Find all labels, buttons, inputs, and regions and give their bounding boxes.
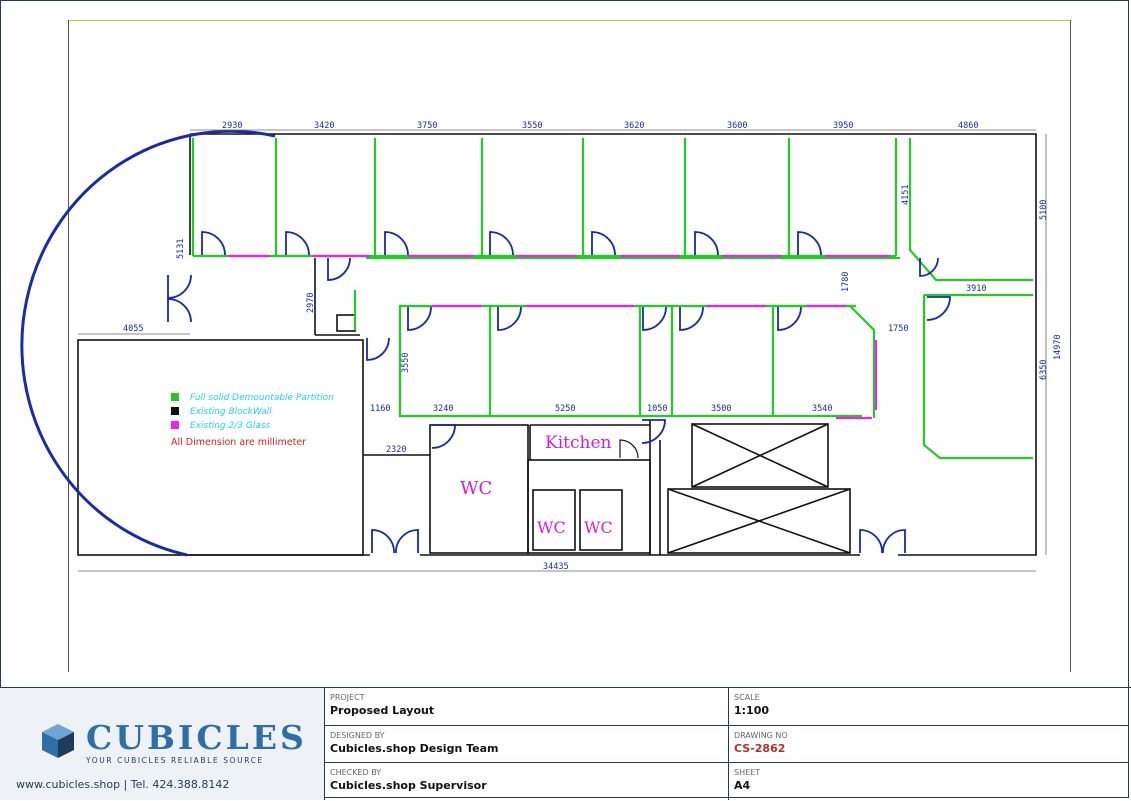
room-labels: Kitchen WC WC WC — [460, 433, 613, 537]
brand-tagline: YOUR CUBICLES RELIABLE SOURCE — [86, 756, 264, 765]
project-value: Proposed Layout — [330, 704, 435, 717]
dim-wc-width: 2320 — [386, 445, 406, 455]
dim-lower-5: 3540 — [812, 404, 832, 414]
dimension-labels: 2930 3420 3750 3550 3620 3600 3950 4860 … — [123, 121, 1063, 572]
brand-name: CUBICLES — [86, 718, 307, 757]
checked-label: CHECKED BY — [330, 768, 382, 777]
sheet-label: SHEET — [734, 768, 761, 777]
logo-panel: CUBICLES YOUR CUBICLES RELIABLE SOURCE w… — [0, 688, 325, 800]
dim-top-6: 3600 — [727, 121, 747, 131]
wc-small-2-label: WC — [584, 518, 613, 537]
dim-room-h: 3550 — [401, 353, 411, 373]
dim-right-v2: 4151 — [901, 185, 911, 205]
dim-top-2: 3420 — [314, 121, 334, 131]
legend-label-glass: Existing 2/3 Glass — [190, 421, 271, 431]
floor-plan: 2930 3420 3750 3550 3620 3600 3950 4860 … — [20, 121, 1063, 572]
legend-swatch-glass — [171, 421, 179, 429]
dim-top-3: 3750 — [417, 121, 437, 131]
dim-top-4: 3550 — [522, 121, 542, 131]
dim-corridor-v: 2970 — [306, 293, 316, 313]
designed-cell: DESIGNED BY Cubicles.shop Design Team — [325, 726, 728, 763]
legend-label-partition: Full solid Demountable Partition — [190, 393, 334, 403]
sheet-value: A4 — [734, 779, 751, 792]
dim-small-gap: 1160 — [370, 404, 390, 414]
dim-corr-v2: 1780 — [841, 272, 851, 292]
dim-left-width: 4055 — [123, 324, 143, 334]
dim-right-top: 5100 — [1039, 200, 1049, 220]
project-label: PROJECT — [330, 693, 365, 702]
legend-swatch-partition — [171, 393, 179, 401]
project-cell: PROJECT Proposed Layout — [325, 688, 728, 726]
cube-logo-icon — [42, 724, 74, 758]
dim-lower-3: 1050 — [647, 404, 667, 414]
drawing-no-value: CS-2862 — [734, 742, 786, 755]
checked-value: Cubicles.shop Supervisor — [330, 779, 487, 792]
dim-left-v: 5131 — [176, 239, 186, 259]
checked-cell: CHECKED BY Cubicles.shop Supervisor — [325, 763, 728, 800]
dim-lower-1: 3240 — [433, 404, 453, 414]
dim-right-mid: 6350 — [1039, 360, 1049, 380]
dim-top-5: 3620 — [624, 121, 644, 131]
drawing-no-cell: DRAWING NO CS-2862 — [729, 726, 1129, 763]
wc-small-1-label: WC — [537, 518, 566, 537]
dim-right-total: 14970 — [1053, 334, 1063, 360]
scale-value: 1:100 — [734, 704, 770, 717]
dimension-note: All Dimension are millimeter — [171, 437, 306, 448]
drawing-no-label: DRAWING NO — [734, 731, 788, 740]
scale-label: SCALE — [734, 693, 760, 702]
dim-overall: 34435 — [543, 562, 569, 572]
dim-top-7: 3950 — [833, 121, 853, 131]
legend-label-blockwall: Existing BlockWall — [190, 407, 272, 417]
designed-label: DESIGNED BY — [330, 731, 385, 740]
dim-east-door: 1750 — [888, 324, 908, 334]
scale-cell: SCALE 1:100 — [729, 688, 1129, 726]
curved-glass-wall — [20, 129, 276, 557]
dim-top-8: 4860 — [958, 121, 978, 131]
dim-east-room: 3910 — [966, 284, 986, 294]
title-block: CUBICLES YOUR CUBICLES RELIABLE SOURCE w… — [0, 687, 1131, 801]
legend: Full solid Demountable Partition Existin… — [171, 393, 334, 448]
block-walls — [77, 133, 1037, 556]
sheet-cell: SHEET A4 — [729, 763, 1129, 800]
dim-top-1: 2930 — [222, 121, 242, 131]
designed-value: Cubicles.shop Design Team — [330, 742, 499, 755]
contact-info: www.cubicles.shop | Tel. 424.388.8142 — [16, 778, 230, 791]
kitchen-door — [619, 439, 639, 459]
legend-swatch-blockwall — [171, 407, 179, 415]
wc-large-label: WC — [460, 478, 492, 499]
dim-lower-4: 3500 — [711, 404, 731, 414]
kitchen-label: Kitchen — [545, 433, 611, 453]
dim-lower-2: 5250 — [555, 404, 575, 414]
